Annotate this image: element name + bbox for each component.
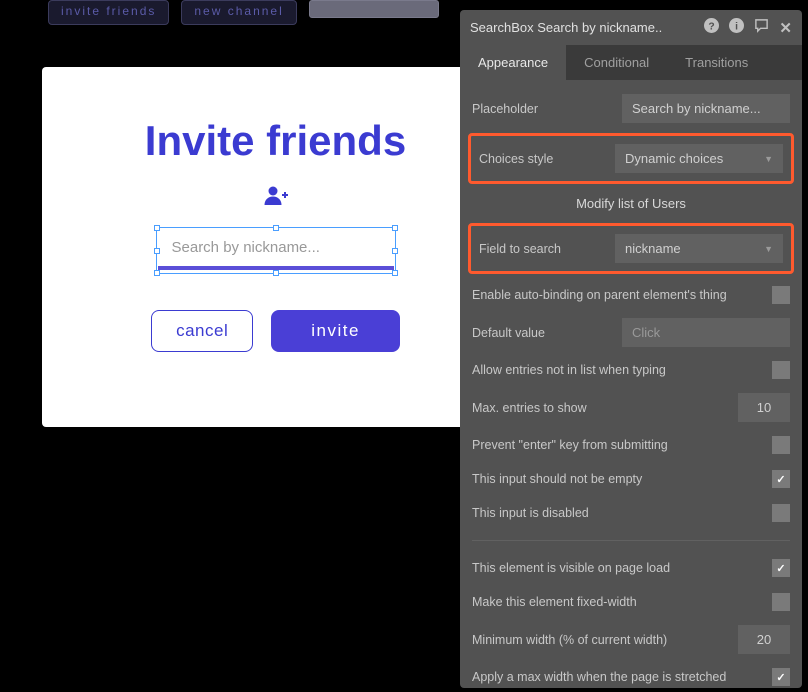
resize-handle[interactable]: [273, 270, 279, 276]
tab-conditional[interactable]: Conditional: [566, 45, 667, 80]
prevent-enter-checkbox[interactable]: [772, 436, 790, 454]
not-empty-label: This input should not be empty: [472, 472, 642, 486]
tab-transitions[interactable]: Transitions: [667, 45, 766, 80]
default-value-label: Default value: [472, 326, 545, 340]
info-icon[interactable]: i: [729, 18, 744, 37]
chevron-down-icon: ▼: [764, 244, 773, 254]
search-input[interactable]: [158, 229, 394, 270]
visible-on-load-checkbox[interactable]: [772, 559, 790, 577]
field-to-search-select[interactable]: nickname ▼: [615, 234, 783, 263]
field-to-search-value: nickname: [625, 241, 681, 256]
allow-entries-label: Allow entries not in list when typing: [472, 363, 666, 377]
choices-style-label: Choices style: [479, 152, 553, 166]
invite-friends-top-button[interactable]: invite friends: [48, 0, 169, 25]
max-width-label: Apply a max width when the page is stret…: [472, 670, 726, 684]
placeholder-label: Placeholder: [472, 102, 538, 116]
highlight-choices-style: Choices style Dynamic choices ▼: [468, 133, 794, 184]
modal-title: Invite friends: [62, 117, 489, 165]
search-box-selected-element[interactable]: [158, 229, 394, 270]
panel-header: SearchBox Search by nickname.. ? i ✕: [460, 10, 802, 45]
allow-entries-checkbox[interactable]: [772, 361, 790, 379]
resize-handle[interactable]: [392, 270, 398, 276]
divider: [472, 540, 790, 541]
user-plus-icon: [264, 185, 288, 211]
property-panel: SearchBox Search by nickname.. ? i ✕ App…: [460, 10, 802, 688]
max-entries-input[interactable]: [738, 393, 790, 422]
panel-tabs: Appearance Conditional Transitions: [460, 45, 802, 80]
highlight-field-to-search: Field to search nickname ▼: [468, 223, 794, 274]
enable-autobind-label: Enable auto-binding on parent element's …: [472, 288, 727, 302]
panel-body[interactable]: Placeholder Choices style Dynamic choice…: [460, 80, 802, 688]
disabled-checkbox[interactable]: [772, 504, 790, 522]
min-width-input[interactable]: [738, 625, 790, 654]
invite-button[interactable]: invite: [271, 310, 400, 352]
invite-friends-modal: Invite friends cancel invite: [42, 67, 509, 427]
not-empty-checkbox[interactable]: [772, 470, 790, 488]
panel-title: SearchBox Search by nickname..: [470, 20, 662, 35]
svg-text:i: i: [735, 21, 738, 32]
cancel-button[interactable]: cancel: [151, 310, 253, 352]
tab-appearance[interactable]: Appearance: [460, 45, 566, 80]
max-width-checkbox[interactable]: [772, 668, 790, 686]
enable-autobind-checkbox[interactable]: [772, 286, 790, 304]
fixed-width-checkbox[interactable]: [772, 593, 790, 611]
resize-handle[interactable]: [154, 270, 160, 276]
placeholder-input[interactable]: [622, 94, 790, 123]
min-width-label: Minimum width (% of current width): [472, 633, 667, 647]
new-channel-top-button[interactable]: new channel: [181, 0, 296, 25]
element-placeholder[interactable]: [309, 0, 439, 18]
visible-on-load-label: This element is visible on page load: [472, 561, 670, 575]
choices-style-select[interactable]: Dynamic choices ▼: [615, 144, 783, 173]
disabled-label: This input is disabled: [472, 506, 589, 520]
comment-icon[interactable]: [754, 18, 769, 37]
max-entries-label: Max. entries to show: [472, 401, 587, 415]
prevent-enter-label: Prevent "enter" key from submitting: [472, 438, 668, 452]
chevron-down-icon: ▼: [764, 154, 773, 164]
choices-style-value: Dynamic choices: [625, 151, 723, 166]
modify-list-link[interactable]: Modify list of Users: [468, 188, 794, 219]
svg-text:?: ?: [709, 21, 715, 32]
close-icon[interactable]: ✕: [779, 19, 792, 37]
field-to-search-label: Field to search: [479, 242, 561, 256]
fixed-width-label: Make this element fixed-width: [472, 595, 637, 609]
help-icon[interactable]: ?: [704, 18, 719, 37]
default-value-input[interactable]: [622, 318, 790, 347]
